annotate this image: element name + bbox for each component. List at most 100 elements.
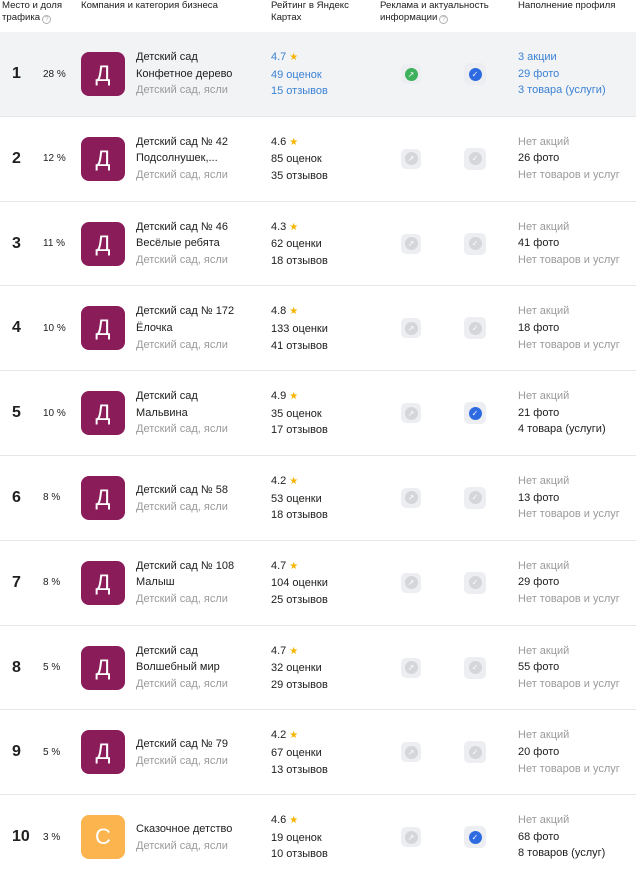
- company-info[interactable]: Детский сад № 46 Весёлые ребята Детский са…: [136, 219, 264, 269]
- header-profile: Наполнение профиля: [518, 0, 616, 11]
- place-number: 5: [12, 404, 21, 422]
- company-name[interactable]: Детский сад: [136, 49, 264, 66]
- company-name-line2[interactable]: Ёлочка: [136, 320, 264, 337]
- actuality-status-icon[interactable]: ✓: [464, 741, 486, 764]
- company-name[interactable]: Сказочное детство: [136, 821, 264, 838]
- table-row[interactable]: 95 % Д Детский сад № 79 Детский сад, ясли 4.…: [0, 710, 636, 796]
- goods-count[interactable]: 3 товара (услуги): [518, 82, 636, 99]
- help-icon[interactable]: ?: [439, 15, 449, 24]
- company-name[interactable]: Детский сад № 108: [136, 558, 264, 575]
- company-info[interactable]: Детский сад Конфетное дерево Детский сад, …: [136, 49, 264, 99]
- table-row[interactable]: 1 28 % Д Детский сад Конфетное дерево Детский…: [0, 32, 636, 117]
- promos-count[interactable]: 3 акции: [518, 49, 636, 66]
- rating-info: 4.2 ★ 53 оценки 18 отзывов: [271, 473, 371, 524]
- company-avatar: Д: [81, 52, 125, 96]
- actuality-status-icon[interactable]: ✓: [464, 232, 486, 255]
- company-avatar: Д: [81, 475, 125, 520]
- company-info[interactable]: Детский сад № 79 Детский сад, ясли: [136, 736, 264, 769]
- actuality-status-icon[interactable]: ✓: [464, 317, 486, 340]
- company-name-line2[interactable]: Малыш: [136, 574, 264, 591]
- goods-count: Нет товаров и услуг: [518, 338, 620, 351]
- ads-status-icon[interactable]: ↗: [401, 572, 421, 593]
- traffic-share: 3 %: [43, 831, 61, 843]
- ads-status-icon[interactable]: ↗: [401, 318, 421, 339]
- arrow-icon: ↗: [404, 576, 418, 590]
- promos-count: Нет акций: [518, 644, 570, 657]
- table-row[interactable]: 78 % Д Детский сад № 108 Малыш Детский сад, …: [0, 541, 636, 626]
- table-row[interactable]: 2 12 % Д Детский сад № 42 Подсолнушек,... Дет…: [0, 117, 636, 202]
- company-category: Детский сад, ясли: [136, 592, 228, 605]
- photos-count[interactable]: 29 фото: [518, 66, 636, 83]
- ratings-count: 104 оценки: [271, 577, 328, 590]
- photos-count: 20 фото: [518, 745, 560, 758]
- table-row[interactable]: 68 % Д Детский сад № 58 Детский сад, ясли 4.…: [0, 456, 636, 541]
- rating-info: 4.8 ★ 133 оценки 41 отзывов: [271, 303, 371, 354]
- place-number: 9: [12, 743, 21, 761]
- header-rating: Рейтинг в Яндекс Картах: [271, 0, 349, 23]
- company-name[interactable]: Детский сад № 46: [136, 219, 264, 236]
- actuality-status-icon[interactable]: ✓: [464, 486, 486, 509]
- ads-status-icon[interactable]: ↗: [401, 487, 421, 508]
- company-name[interactable]: Детский сад: [136, 643, 264, 660]
- company-info[interactable]: Детский сад Мальвина Детский сад, ясли: [136, 388, 264, 438]
- traffic-share: 10 %: [43, 322, 66, 334]
- place-number: 1: [12, 65, 21, 82]
- traffic-share: 5 %: [43, 662, 61, 674]
- company-name[interactable]: Детский сад № 58: [136, 482, 264, 499]
- company-name[interactable]: Детский сад № 42: [136, 134, 264, 151]
- table-row[interactable]: 85 % Д Детский сад Волшебный мир Детский сад…: [0, 626, 636, 711]
- ads-status-icon[interactable]: ↗: [401, 827, 421, 848]
- promos-count: Нет акций: [518, 305, 570, 318]
- company-info[interactable]: Детский сад Волшебный мир Детский сад, ясл…: [136, 643, 264, 693]
- company-info[interactable]: Детский сад № 172 Ёлочка Детский сад, ясли: [136, 303, 264, 353]
- goods-count: Нет товаров и услуг: [518, 508, 620, 521]
- company-name[interactable]: Детский сад № 172: [136, 303, 264, 320]
- actuality-status-icon[interactable]: ✓: [464, 63, 486, 85]
- ads-status-icon[interactable]: ↗: [401, 742, 421, 763]
- company-info[interactable]: Детский сад № 42 Подсолнушек,... Детский с…: [136, 134, 264, 184]
- actuality-status-icon[interactable]: ✓: [464, 147, 486, 170]
- ads-status-icon[interactable]: ↗: [401, 148, 421, 169]
- promos-count: Нет акций: [518, 559, 570, 572]
- ads-status-icon[interactable]: ↗: [401, 233, 421, 254]
- table-row[interactable]: 5 10 % Д Детский сад Мальвина Детский сад, яс…: [0, 371, 636, 456]
- photos-count: 41 фото: [518, 237, 560, 250]
- table-row[interactable]: 10 3 % С Сказочное детство Детский сад, ясли…: [0, 795, 636, 875]
- company-category: Детский сад, ясли: [136, 754, 228, 767]
- company-info[interactable]: Детский сад № 58 Детский сад, ясли: [136, 482, 264, 515]
- company-info[interactable]: Сказочное детство Детский сад, ясли: [136, 821, 264, 854]
- profile-fill: Нет акций 55 фото Нет товаров и услуг: [518, 643, 636, 693]
- ads-status-icon[interactable]: ↗: [401, 403, 421, 424]
- company-name-line2[interactable]: Конфетное дерево: [136, 66, 264, 83]
- company-name-line2[interactable]: Волшебный мир: [136, 659, 264, 676]
- actuality-status-icon[interactable]: ✓: [464, 826, 486, 849]
- ratings-count: 32 оценки: [271, 662, 322, 675]
- goods-count: Нет товаров и услуг: [518, 253, 620, 266]
- star-icon: ★: [289, 815, 299, 827]
- actuality-status-icon[interactable]: ✓: [464, 402, 486, 425]
- ads-status-icon[interactable]: ↗: [401, 64, 421, 84]
- help-icon[interactable]: ?: [42, 15, 52, 24]
- table-row[interactable]: 3 11 % Д Детский сад № 46 Весёлые ребята Детс…: [0, 202, 636, 287]
- company-name-line2[interactable]: Подсолнушек,...: [136, 150, 264, 167]
- profile-fill: Нет акций 41 фото Нет товаров и услуг: [518, 219, 636, 269]
- company-name[interactable]: Детский сад № 79: [136, 736, 264, 753]
- company-info[interactable]: Детский сад № 108 Малыш Детский сад, ясли: [136, 558, 264, 608]
- company-name-line2[interactable]: Мальвина: [136, 405, 264, 422]
- rating-value: 4.6: [271, 814, 287, 827]
- ratings-count: 133 оценки: [271, 322, 328, 335]
- reviews-count: 13 отзывов: [271, 763, 328, 776]
- reviews-count: 35 отзывов: [271, 169, 328, 182]
- company-name-line2[interactable]: Весёлые ребята: [136, 235, 264, 252]
- ads-status-icon[interactable]: ↗: [401, 657, 421, 678]
- table-row[interactable]: 4 10 % Д Детский сад № 172 Ёлочка Детский сад…: [0, 286, 636, 372]
- actuality-status-icon[interactable]: ✓: [464, 571, 486, 594]
- company-avatar: Д: [81, 645, 125, 690]
- company-category: Детский сад, ясли: [136, 423, 228, 436]
- actuality-status-icon[interactable]: ✓: [464, 656, 486, 679]
- star-icon: ★: [289, 221, 299, 233]
- rating-value: 4.3: [271, 220, 287, 233]
- traffic-share: 12 %: [43, 153, 66, 165]
- company-name[interactable]: Детский сад: [136, 388, 264, 405]
- reviews-count: 18 отзывов: [271, 509, 328, 522]
